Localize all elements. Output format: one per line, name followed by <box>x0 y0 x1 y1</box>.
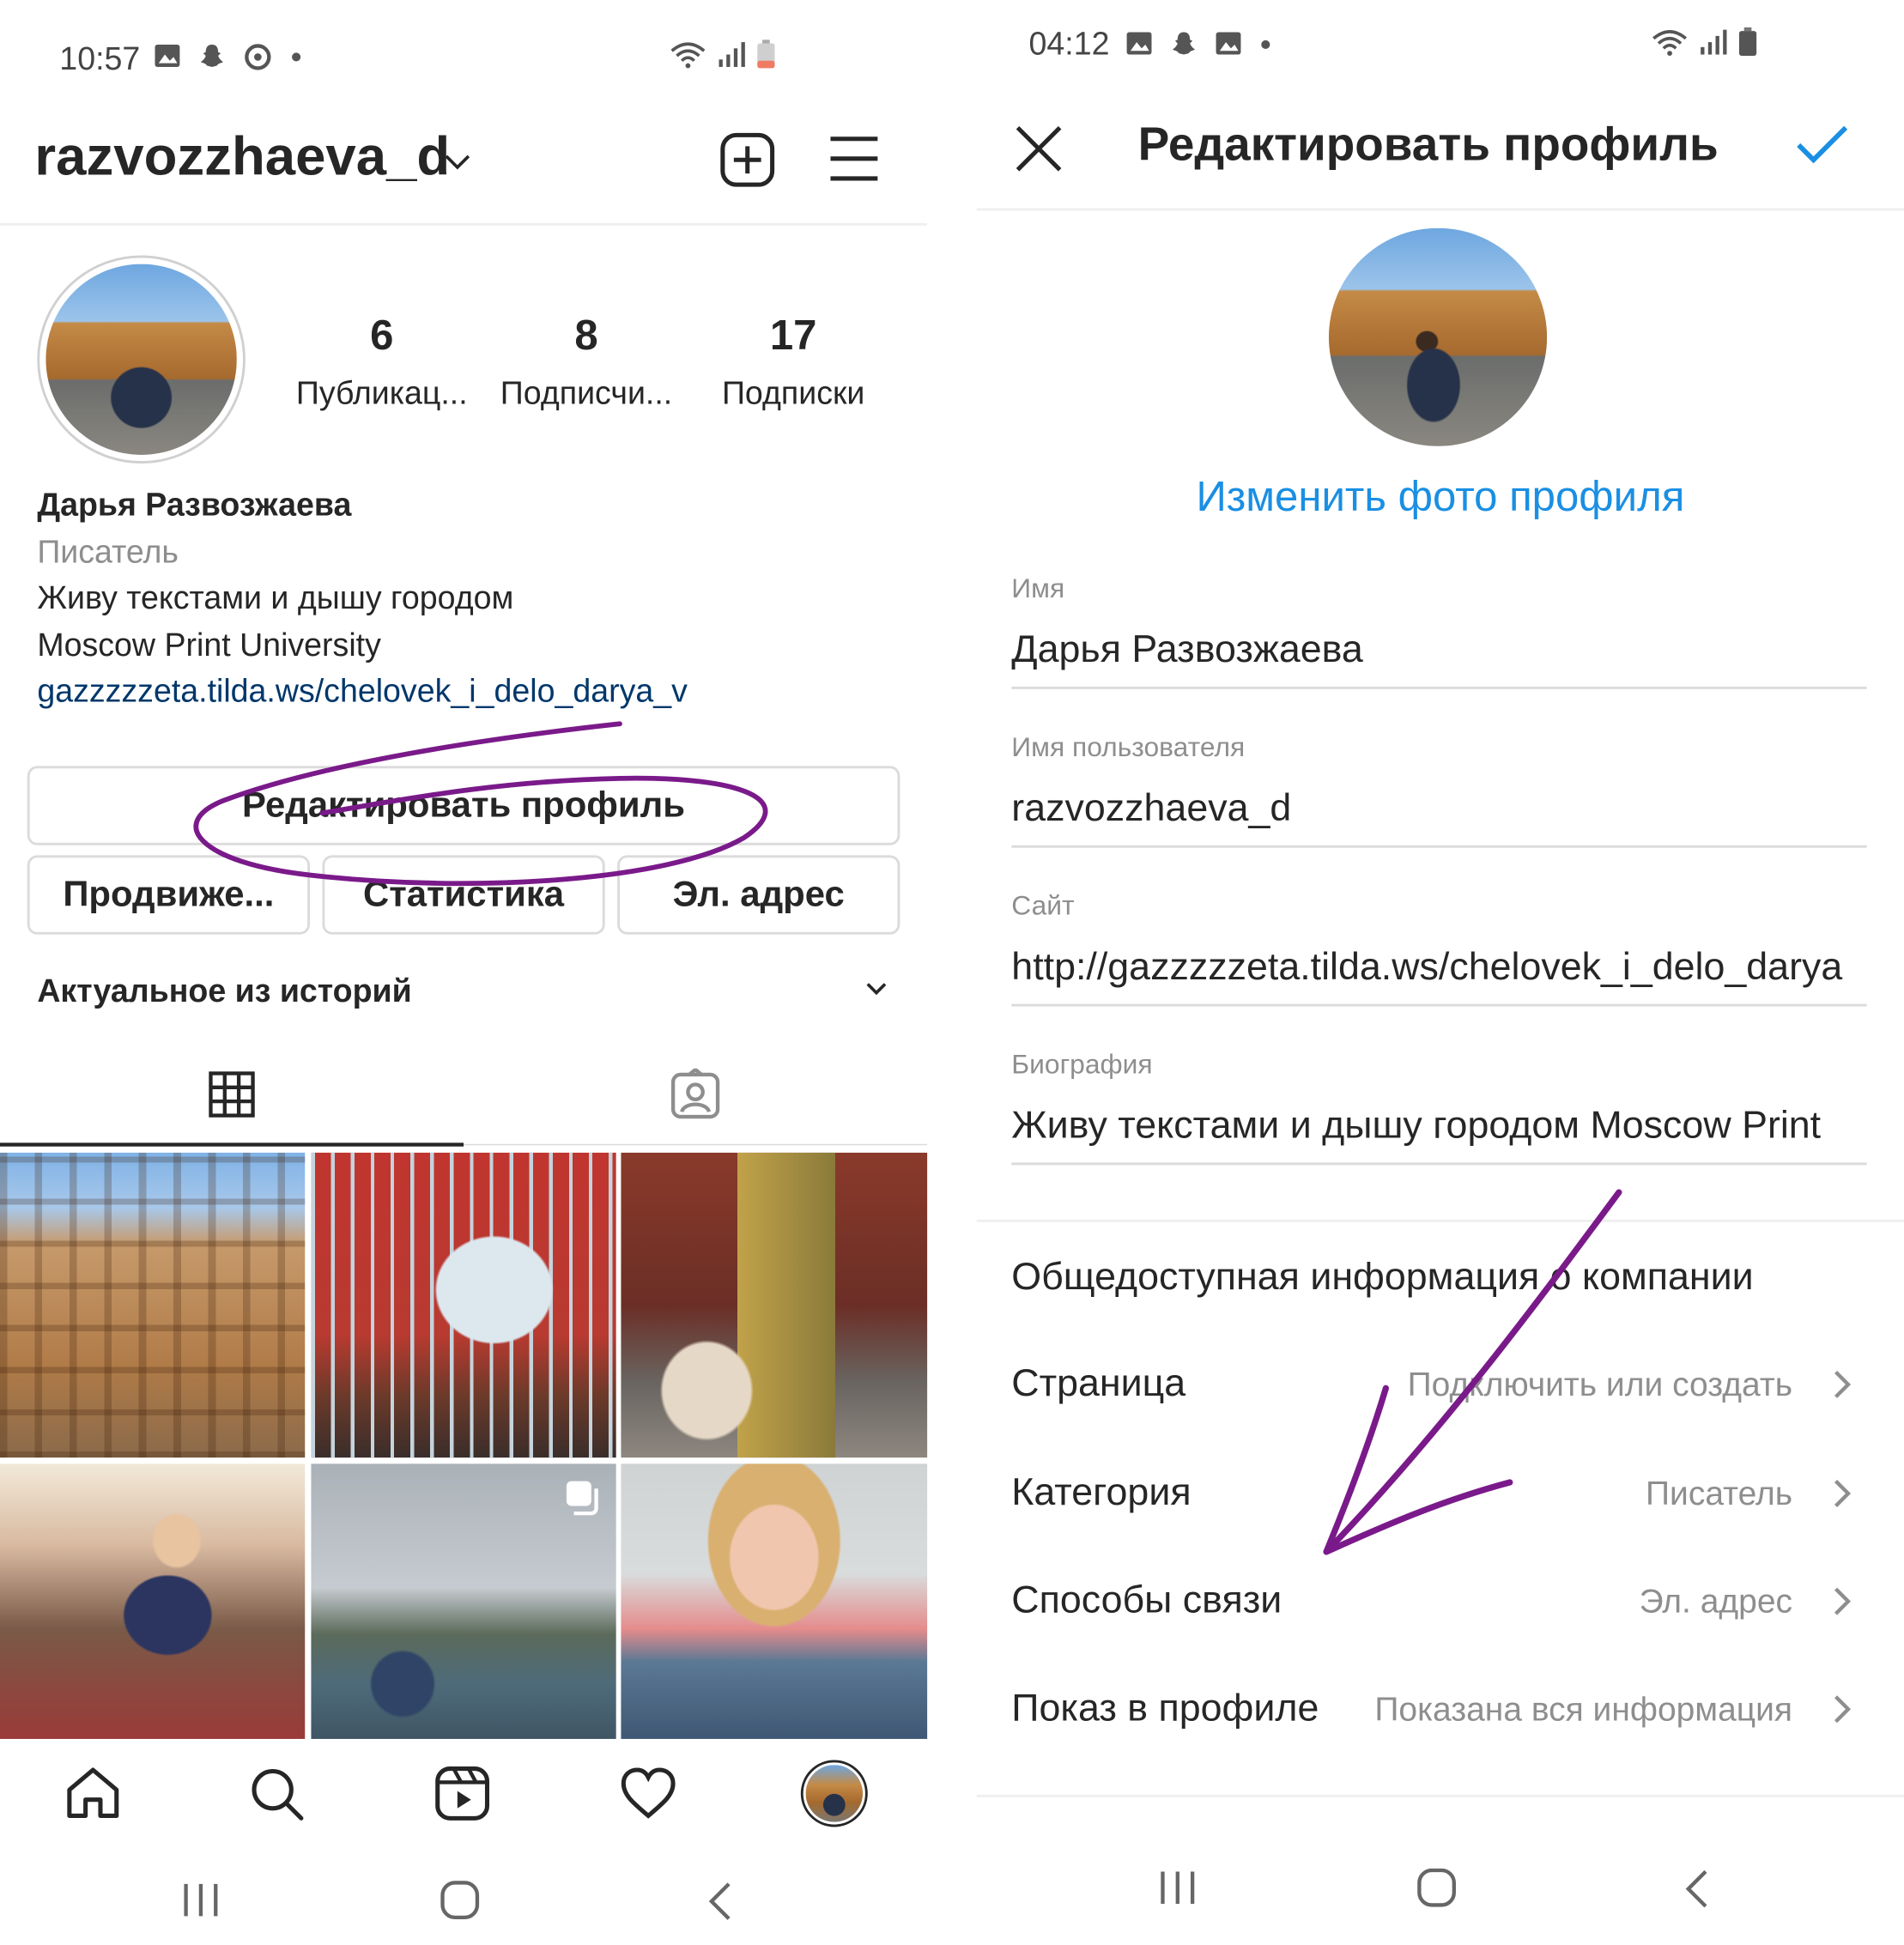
bio-field[interactable]: Живу текстами и дышу городом Moscow Prin… <box>1011 1103 1866 1148</box>
profile-avatar[interactable] <box>1328 227 1548 446</box>
highlights-chevron-icon[interactable] <box>865 982 888 997</box>
post-thumbnail[interactable] <box>621 1152 928 1458</box>
field-underline <box>1011 845 1867 848</box>
grid-tab-indicator <box>0 1142 464 1147</box>
dot-icon <box>1261 39 1270 50</box>
chevron-right-icon[interactable] <box>1832 1585 1852 1618</box>
post-thumbnail[interactable] <box>0 1152 306 1458</box>
search-icon[interactable] <box>248 1765 305 1821</box>
dot-icon <box>292 52 301 62</box>
chevron-right-icon[interactable] <box>1832 1477 1852 1510</box>
row-contact-value[interactable]: Эл. адрес <box>1640 1583 1792 1621</box>
grid-icon[interactable] <box>209 1071 256 1118</box>
post-thumbnail[interactable] <box>621 1463 928 1739</box>
reels-icon[interactable] <box>434 1765 490 1821</box>
annotation-arrow <box>1323 1189 1622 1555</box>
home-icon[interactable] <box>64 1765 121 1820</box>
chevron-right-icon[interactable] <box>1832 1694 1852 1726</box>
menu-icon[interactable] <box>828 134 881 184</box>
header-divider <box>0 222 928 226</box>
snapchat-icon <box>200 44 223 67</box>
field-underline <box>1011 686 1867 689</box>
right-screen: 04:12 Редактировать профиль Изменить фот… <box>976 0 1904 1945</box>
status-icons <box>154 42 302 72</box>
username-field[interactable]: razvozzhaeva_d <box>1011 785 1866 830</box>
stat-followers-label[interactable]: Подписчи... <box>487 374 685 413</box>
status-right-icons <box>670 39 776 70</box>
signal-icon <box>719 42 745 67</box>
back-icon[interactable] <box>1683 1869 1711 1909</box>
name-field[interactable]: Дарья Развозжаева <box>1011 627 1866 672</box>
snapchat-icon <box>1173 32 1196 55</box>
stat-posts-label[interactable]: Публикац... <box>282 374 481 413</box>
left-screen: 10:57 razvozzhaeva_d 6 Публикац... 8 Под… <box>0 0 928 1945</box>
profile-avatar[interactable] <box>800 1760 868 1827</box>
gallery-icon <box>1126 32 1152 55</box>
section-divider <box>976 1794 1904 1797</box>
bio-name: Дарья Развозжаева <box>37 486 352 524</box>
stat-followers-count[interactable]: 8 <box>487 312 685 361</box>
new-post-icon[interactable] <box>719 131 776 188</box>
row-display-title[interactable]: Показ в профиле <box>1011 1686 1319 1730</box>
row-page-title[interactable]: Страница <box>1011 1361 1185 1406</box>
website-field[interactable]: http://gazzzzzeta.tilda.ws/chelovek_i_de… <box>1011 944 1866 989</box>
field-label-username: Имя пользователя <box>1011 730 1246 763</box>
home-button-icon[interactable] <box>1416 1867 1458 1909</box>
post-thumbnail[interactable] <box>311 1463 616 1739</box>
stat-following-label[interactable]: Подписки <box>694 374 893 413</box>
wifi-icon <box>1652 30 1688 56</box>
status-time: 04:12 <box>1028 24 1110 63</box>
tab-divider <box>464 1143 928 1146</box>
sync-icon <box>245 44 271 70</box>
post-thumbnail[interactable] <box>311 1152 616 1458</box>
carousel-icon <box>566 1481 598 1516</box>
profile-username[interactable]: razvozzhaeva_d <box>34 126 450 188</box>
gallery-icon <box>155 44 180 67</box>
field-label-bio: Биография <box>1011 1048 1153 1080</box>
tagged-icon[interactable] <box>670 1068 722 1121</box>
battery-icon <box>757 39 775 69</box>
stat-posts-count[interactable]: 6 <box>282 312 481 361</box>
recent-apps-icon[interactable] <box>1158 1869 1198 1906</box>
bio-line-2: Moscow Print University <box>37 626 381 663</box>
heart-icon[interactable] <box>620 1767 676 1820</box>
stat-following-count[interactable]: 17 <box>694 312 893 361</box>
battery-icon <box>1738 27 1757 56</box>
status-right-icons <box>1651 27 1757 58</box>
post-thumbnail[interactable] <box>0 1463 306 1739</box>
page-title: Редактировать профиль <box>1137 118 1719 172</box>
highlights-title[interactable]: Актуальное из историй <box>37 972 411 1010</box>
field-label-name: Имя <box>1011 573 1065 604</box>
bio-category: Писатель <box>37 532 179 571</box>
recent-apps-icon[interactable] <box>181 1881 221 1918</box>
signal-icon <box>1701 29 1727 55</box>
checkmark-icon[interactable] <box>1795 124 1850 166</box>
wifi-icon <box>670 42 706 69</box>
row-display-value[interactable]: Показана вся информация <box>1374 1691 1792 1730</box>
row-contact-title[interactable]: Способы связи <box>1011 1578 1282 1622</box>
home-button-icon[interactable] <box>439 1879 481 1921</box>
status-time: 10:57 <box>59 39 141 77</box>
bio-line-1: Живу текстами и дышу городом <box>37 579 514 616</box>
field-label-website: Сайт <box>1011 889 1075 921</box>
bio-link[interactable]: gazzzzzeta.tilda.ws/chelovek_i_delo_dary… <box>37 672 688 711</box>
header-divider <box>976 208 1904 211</box>
status-icons <box>1125 30 1271 58</box>
row-category-title[interactable]: Категория <box>1011 1470 1191 1515</box>
close-icon[interactable] <box>1014 124 1064 173</box>
annotation-ellipse <box>193 721 768 887</box>
chevron-down-icon[interactable] <box>444 154 471 171</box>
back-icon[interactable] <box>706 1881 734 1921</box>
gallery-icon <box>1216 32 1241 55</box>
chevron-right-icon[interactable] <box>1832 1368 1852 1401</box>
profile-avatar[interactable] <box>37 255 246 464</box>
field-underline <box>1011 1162 1867 1166</box>
change-photo-link[interactable]: Изменить фото профиля <box>977 474 1904 522</box>
field-underline <box>1011 1003 1867 1007</box>
